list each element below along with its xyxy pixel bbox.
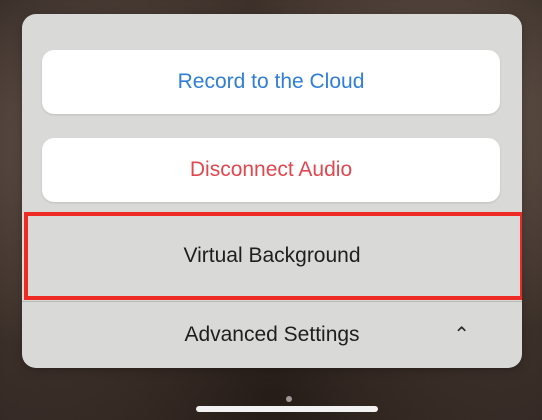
chevron-up-icon[interactable]: ⌃ <box>453 325 470 345</box>
advanced-settings-label: Advanced Settings <box>184 323 360 346</box>
home-indicator[interactable] <box>196 406 378 412</box>
record-to-cloud-button[interactable]: Record to the Cloud <box>42 50 500 114</box>
more-options-sheet: Record to the Cloud Disconnect Audio Vir… <box>22 14 522 368</box>
virtual-background-item[interactable]: Virtual Background <box>22 214 522 298</box>
advanced-settings-item[interactable]: Advanced Settings ⌃ <box>22 302 522 368</box>
disconnect-audio-button[interactable]: Disconnect Audio <box>42 138 500 202</box>
page-indicator-dot <box>286 396 292 402</box>
